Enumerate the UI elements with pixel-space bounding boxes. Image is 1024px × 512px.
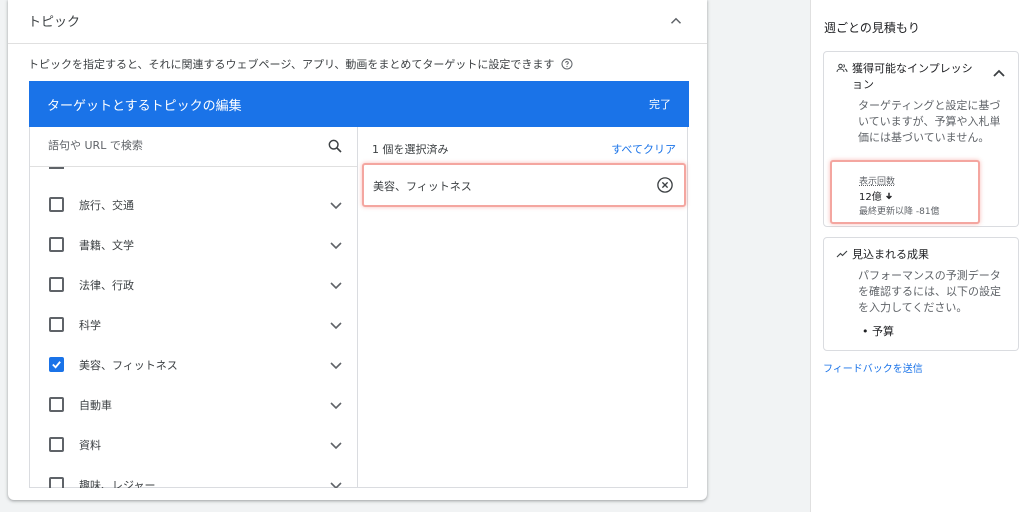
search-row — [30, 127, 357, 167]
chevron-down-icon[interactable] — [329, 198, 343, 212]
topic-label: 書籍、文学 — [79, 239, 134, 252]
chevron-down-icon[interactable] — [329, 478, 343, 488]
results-box: 見込まれる成果 パフォーマンスの予測データを確認するには、以下の設定を入力してく… — [823, 237, 1019, 351]
topic-card-header[interactable]: トピック — [8, 0, 707, 44]
results-bullet: • 予算 — [862, 325, 894, 338]
checkbox[interactable] — [49, 397, 64, 412]
topic-row-hobbies[interactable]: 趣味、レジャー — [30, 465, 357, 488]
chevron-down-icon[interactable] — [329, 238, 343, 252]
topic-row-reference[interactable]: 資料 — [30, 425, 357, 465]
checkbox[interactable] — [49, 277, 64, 292]
impressions-box: 獲得可能なインプレッション ターゲティングと設定に基づいていますが、予算や入札単… — [823, 51, 1019, 227]
check-icon — [52, 361, 61, 369]
chevron-up-icon[interactable] — [667, 12, 685, 30]
trending-icon — [836, 250, 848, 258]
chevron-down-icon[interactable] — [329, 438, 343, 452]
feedback-link[interactable]: フィードバックを送信 — [823, 360, 923, 375]
topic-label: 趣味、レジャー — [79, 479, 156, 488]
checkbox[interactable] — [49, 317, 64, 332]
done-button[interactable]: 完了 — [649, 96, 671, 112]
weekly-estimates-panel: 週ごとの見積もり 獲得可能なインプレッション ターゲティングと設定に基づいていま… — [810, 0, 1024, 512]
estimates-title: 週ごとの見積もり — [824, 21, 920, 35]
metric-label[interactable]: 表示回数 — [859, 174, 895, 187]
metric-value: 12億 — [859, 188, 893, 203]
topic-browser: 旅行、交通 書籍、文学 法律、行政 科学 — [30, 127, 358, 488]
checkbox[interactable] — [49, 437, 64, 452]
topic-card-title: トピック — [28, 15, 81, 30]
search-icon[interactable] — [327, 138, 343, 154]
topic-row-travel[interactable]: 旅行、交通 — [30, 185, 357, 225]
topic-row-books[interactable]: 書籍、文学 — [30, 225, 357, 265]
arrow-down-icon — [886, 192, 892, 200]
chevron-down-icon — [329, 167, 343, 169]
topic-description-text: トピックを指定すると、それに関連するウェブページ、アプリ、動画をまとめてターゲッ… — [28, 58, 555, 71]
chevron-down-icon[interactable] — [329, 398, 343, 412]
chevron-down-icon[interactable] — [329, 278, 343, 292]
selected-pane: 1 個を選択済み すべてクリア 美容、フィットネス — [358, 127, 688, 488]
topic-label: 自動車 — [79, 399, 112, 412]
topic-editor: ターゲットとするトピックの編集 完了 語句や URL で検索 旅行、交通 書籍、… — [29, 81, 689, 488]
checkbox[interactable] — [49, 477, 64, 488]
topic-label: 旅行、交通 — [79, 199, 134, 212]
topic-row-science[interactable]: 科学 — [30, 305, 357, 345]
chevron-up-icon[interactable] — [992, 68, 1006, 78]
help-icon[interactable] — [561, 58, 573, 70]
checkbox[interactable] — [49, 197, 64, 212]
chevron-down-icon[interactable] — [329, 318, 343, 332]
clear-all-button[interactable]: すべてクリア — [611, 141, 676, 157]
topic-row-autos[interactable]: 自動車 — [30, 385, 357, 425]
remove-circle-icon[interactable] — [656, 176, 674, 194]
topic-label: 美容、フィットネス — [79, 359, 178, 372]
metric-value-text: 12億 — [859, 192, 882, 203]
chevron-down-icon[interactable] — [329, 358, 343, 372]
search-input[interactable] — [48, 139, 308, 152]
checkbox-checked[interactable] — [49, 357, 64, 372]
impressions-title: 獲得可能なインプレッション — [852, 62, 973, 91]
results-title: 見込まれる成果 — [852, 248, 929, 261]
topic-description: トピックを指定すると、それに関連するウェブページ、アプリ、動画をまとめてターゲッ… — [28, 56, 573, 72]
topic-label: 資料 — [79, 439, 101, 452]
checkbox[interactable] — [49, 237, 64, 252]
impressions-metric: 表示回数 12億 最終更新以降 -81億 — [830, 160, 980, 224]
bullet-text: 予算 — [872, 325, 894, 338]
topic-list: 旅行、交通 書籍、文学 法律、行政 科学 美容、フィットネス 自動車 資料 趣味… — [30, 167, 357, 488]
topic-label: 科学 — [79, 319, 101, 332]
topic-label: 法律、行政 — [79, 279, 134, 292]
topic-card: トピック トピックを指定すると、それに関連するウェブページ、アプリ、動画をまとめ… — [8, 0, 707, 500]
selected-topic-chip: 美容、フィットネス — [362, 163, 686, 207]
selected-topic-label: 美容、フィットネス — [373, 180, 472, 193]
topic-row-law[interactable]: 法律、行政 — [30, 265, 357, 305]
results-description: パフォーマンスの予測データを確認するには、以下の設定を入力してください。 — [858, 269, 1001, 314]
people-icon — [836, 63, 848, 73]
editor-title: ターゲットとするトピックの編集 — [47, 99, 242, 114]
impressions-description: ターゲティングと設定に基づいていますが、予算や入札単価には基づいていません。 — [858, 99, 1001, 144]
topic-row-beauty[interactable]: 美容、フィットネス — [30, 345, 357, 385]
metric-change: 最終更新以降 -81億 — [859, 207, 940, 217]
editor-header: ターゲットとするトピックの編集 完了 — [29, 81, 689, 127]
partial-checkbox — [49, 167, 64, 169]
selected-count: 1 個を選択済み — [372, 143, 449, 156]
